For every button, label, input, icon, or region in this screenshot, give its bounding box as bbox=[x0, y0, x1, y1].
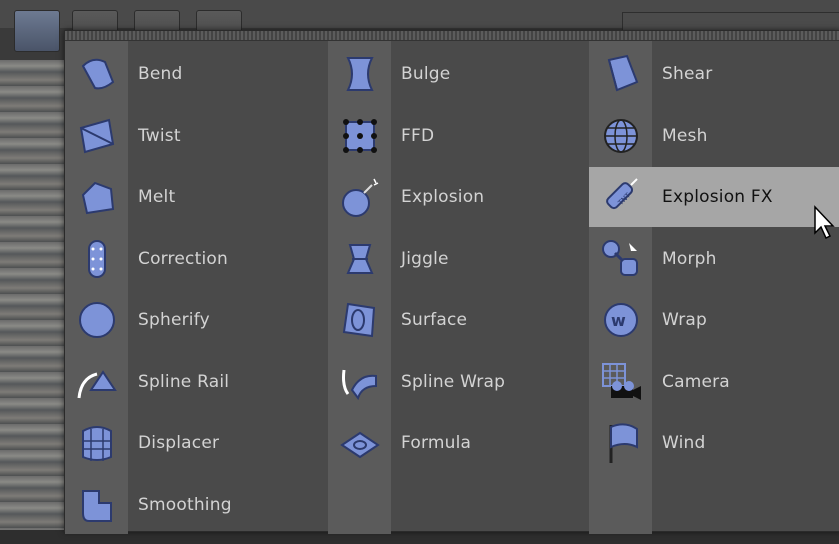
deformer-toolbar-button[interactable] bbox=[14, 10, 60, 52]
menu-item-label: Wind bbox=[662, 433, 706, 453]
menu-item-label: Spherify bbox=[138, 310, 210, 330]
surface-icon bbox=[328, 290, 391, 350]
menu-item-label: Morph bbox=[662, 248, 717, 269]
menu-item-spherify[interactable]: Spherify bbox=[65, 290, 325, 350]
menu-item-label: Displacer bbox=[138, 433, 220, 453]
menu-item-label: Shear bbox=[662, 64, 713, 84]
morph-icon bbox=[589, 229, 652, 289]
viewport-background bbox=[0, 60, 70, 544]
deformer-menu-popup: Bend Twist Melt Correction Spherify Spline Ra… bbox=[64, 30, 839, 535]
mouse-cursor-icon bbox=[814, 205, 835, 240]
spline-rail-icon bbox=[65, 352, 128, 412]
menu-item-label: Correction bbox=[138, 248, 228, 269]
twist-icon bbox=[65, 106, 128, 166]
menu-item-wind[interactable]: Wind bbox=[589, 413, 839, 473]
menu-item-label: Twist bbox=[138, 125, 181, 146]
menu-item-label: Mesh bbox=[662, 125, 708, 146]
wrap-icon: w bbox=[589, 290, 652, 350]
menu-item-explosion[interactable]: Explosion bbox=[328, 167, 588, 227]
menu-item-displacer[interactable]: Displacer bbox=[65, 413, 325, 473]
spline-wrap-icon bbox=[328, 352, 391, 412]
displacer-icon bbox=[65, 413, 128, 473]
menu-item-label: Melt bbox=[138, 187, 176, 207]
menu-item-correction[interactable]: Correction bbox=[65, 229, 325, 289]
svg-text:w: w bbox=[611, 311, 626, 330]
menu-item-bend[interactable]: Bend bbox=[65, 44, 325, 104]
mesh-icon bbox=[589, 106, 652, 166]
menu-item-label: Formula bbox=[401, 433, 472, 453]
bulge-icon bbox=[328, 44, 391, 104]
menu-item-label: Wrap bbox=[662, 310, 708, 330]
correction-icon bbox=[65, 229, 128, 289]
menu-item-shear[interactable]: Shear bbox=[589, 44, 839, 104]
menu-item-twist[interactable]: Twist bbox=[65, 106, 325, 166]
shear-icon bbox=[589, 44, 652, 104]
menu-item-camera[interactable]: Camera bbox=[589, 352, 839, 412]
explosion-icon bbox=[328, 167, 391, 227]
camera-icon bbox=[589, 352, 652, 412]
menu-item-spline-wrap[interactable]: Spline Wrap bbox=[328, 352, 588, 412]
bend-icon bbox=[65, 44, 128, 104]
menu-item-spline-rail[interactable]: Spline Rail bbox=[65, 352, 325, 412]
menu-item-label: FFD bbox=[401, 125, 435, 146]
menu-item-label: Spline Rail bbox=[138, 371, 230, 392]
menu-item-ffd[interactable]: FFD bbox=[328, 106, 588, 166]
melt-icon bbox=[65, 167, 128, 227]
menu-item-label: Jiggle bbox=[401, 248, 449, 269]
menu-item-label: Bend bbox=[138, 64, 183, 84]
menu-item-label: Surface bbox=[401, 310, 468, 330]
menu-item-label: Camera bbox=[662, 371, 730, 392]
spherify-icon bbox=[65, 290, 128, 350]
menu-item-bulge[interactable]: Bulge bbox=[328, 44, 588, 104]
right-panel-header bbox=[622, 12, 839, 32]
menu-item-formula[interactable]: Formula bbox=[328, 413, 588, 473]
menu-item-label: Bulge bbox=[401, 64, 451, 84]
menu-item-morph[interactable]: Morph bbox=[589, 229, 839, 289]
smoothing-icon bbox=[65, 475, 128, 535]
menu-item-surface[interactable]: Surface bbox=[328, 290, 588, 350]
wind-icon bbox=[589, 413, 652, 473]
menu-item-smoothing[interactable]: Smoothing bbox=[65, 475, 325, 535]
menu-item-jiggle[interactable]: Jiggle bbox=[328, 229, 588, 289]
jiggle-icon bbox=[328, 229, 391, 289]
menu-item-label: Explosion FX bbox=[662, 187, 773, 207]
menu-item-label: Spline Wrap bbox=[401, 371, 506, 392]
menu-item-wrap[interactable]: w Wrap bbox=[589, 290, 839, 350]
menu-item-melt[interactable]: Melt bbox=[65, 167, 325, 227]
formula-icon bbox=[328, 413, 391, 473]
menu-item-label: Smoothing bbox=[138, 494, 232, 515]
menu-item-mesh[interactable]: Mesh bbox=[589, 106, 839, 166]
popup-drag-handle[interactable] bbox=[65, 31, 839, 41]
ffd-icon bbox=[328, 106, 391, 166]
menu-item-label: Explosion bbox=[401, 187, 485, 207]
menu-item-explosion-fx[interactable]: TNT Explosion FX bbox=[589, 167, 839, 227]
explosion-fx-icon: TNT bbox=[589, 167, 652, 227]
